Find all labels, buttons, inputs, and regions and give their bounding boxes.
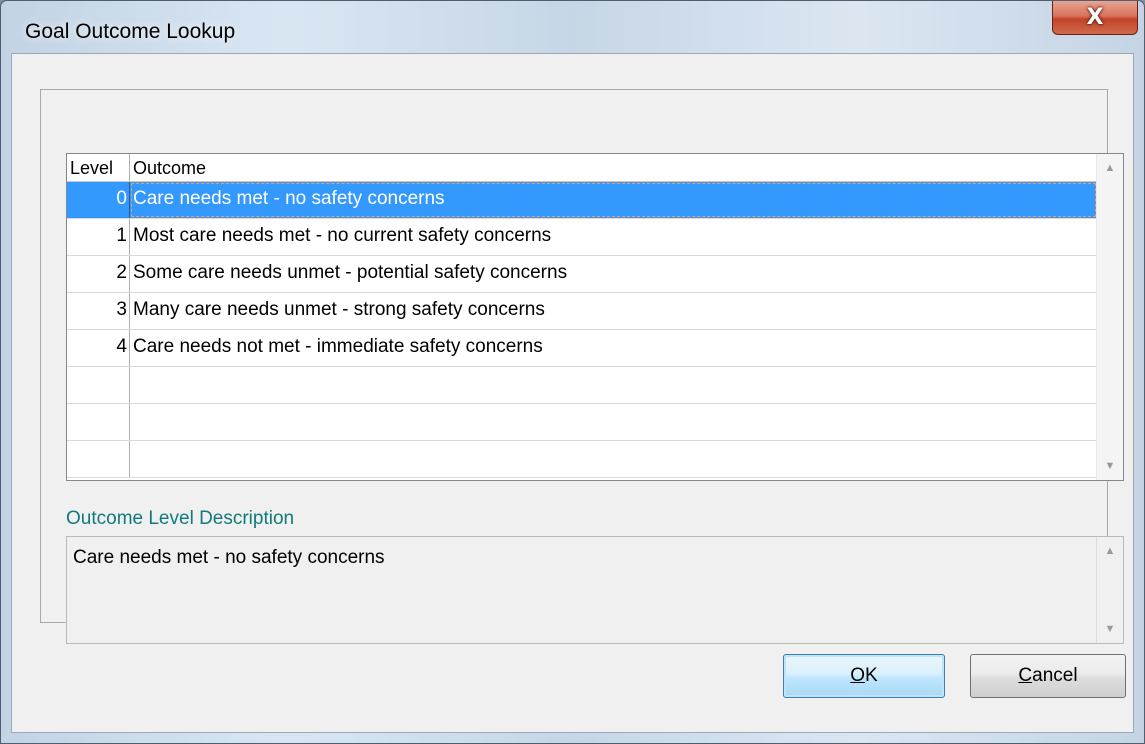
scroll-up-icon[interactable]: ▲ — [1097, 157, 1123, 179]
cell-outcome: Care needs met - no safety concerns — [130, 182, 1097, 218]
cell-level: 3 — [67, 293, 130, 329]
table-row-empty[interactable] — [67, 441, 1097, 478]
table-row-empty[interactable] — [67, 367, 1097, 404]
dialog-window: Goal Outcome Lookup X Level Outcome 0 Ca… — [0, 0, 1145, 744]
grid-vertical-scrollbar[interactable]: ▲ ▼ — [1096, 154, 1123, 480]
table-row[interactable]: 1 Most care needs met - no current safet… — [67, 219, 1097, 256]
close-button[interactable]: X — [1052, 1, 1138, 35]
description-textbox[interactable]: Care needs met - no safety concerns ▲ ▼ — [66, 536, 1124, 644]
grid-header: Level Outcome — [67, 154, 1097, 182]
outcome-grid[interactable]: Level Outcome 0 Care needs met - no safe… — [66, 153, 1124, 481]
cell-outcome: Some care needs unmet - potential safety… — [133, 262, 568, 283]
cell-outcome: Most care needs met - no current safety … — [133, 225, 552, 246]
column-header-outcome[interactable]: Outcome — [130, 154, 1097, 181]
table-row[interactable]: 4 Care needs not met - immediate safety … — [67, 330, 1097, 367]
cell-outcome: Many care needs unmet - strong safety co… — [133, 299, 545, 320]
scroll-down-icon[interactable]: ▼ — [1097, 618, 1123, 640]
table-row-empty[interactable] — [67, 404, 1097, 441]
grid-rows: 0 Care needs met - no safety concerns 1 … — [67, 182, 1097, 478]
cell-outcome — [130, 441, 1097, 477]
outcome-groupbox: Level Outcome 0 Care needs met - no safe… — [40, 89, 1124, 644]
description-text: Care needs met - no safety concerns — [73, 547, 385, 568]
dialog-client-area: Level Outcome 0 Care needs met - no safe… — [11, 53, 1134, 733]
cell-level — [67, 404, 130, 440]
cell-level: 0 — [67, 182, 130, 218]
cell-outcome — [130, 367, 1097, 403]
table-row[interactable]: 3 Many care needs unmet - strong safety … — [67, 293, 1097, 330]
scroll-up-icon[interactable]: ▲ — [1097, 540, 1123, 562]
cell-level: 2 — [67, 256, 130, 292]
table-row[interactable]: 0 Care needs met - no safety concerns — [67, 182, 1097, 219]
ok-button-label: K — [865, 665, 878, 686]
table-row[interactable]: 2 Some care needs unmet - potential safe… — [67, 256, 1097, 293]
cell-level — [67, 367, 130, 403]
window-title: Goal Outcome Lookup — [25, 20, 236, 43]
title-bar[interactable]: Goal Outcome Lookup X — [1, 1, 1144, 51]
column-header-level[interactable]: Level — [67, 154, 130, 181]
description-label: Outcome Level Description — [66, 508, 295, 529]
cell-outcome — [130, 404, 1097, 440]
cancel-button-mnemonic: C — [1018, 665, 1033, 686]
cell-level — [67, 441, 130, 477]
cell-level: 1 — [67, 219, 130, 255]
description-vertical-scrollbar[interactable]: ▲ ▼ — [1096, 537, 1123, 643]
scroll-down-icon[interactable]: ▼ — [1097, 455, 1123, 477]
cancel-button-label: ancel — [1032, 665, 1078, 686]
cell-level: 4 — [67, 330, 130, 366]
ok-button[interactable]: OK — [783, 654, 945, 698]
cancel-button[interactable]: Cancel — [970, 654, 1126, 698]
close-icon: X — [1086, 5, 1104, 30]
cell-outcome: Care needs not met - immediate safety co… — [133, 336, 543, 357]
ok-button-mnemonic: O — [850, 665, 866, 686]
